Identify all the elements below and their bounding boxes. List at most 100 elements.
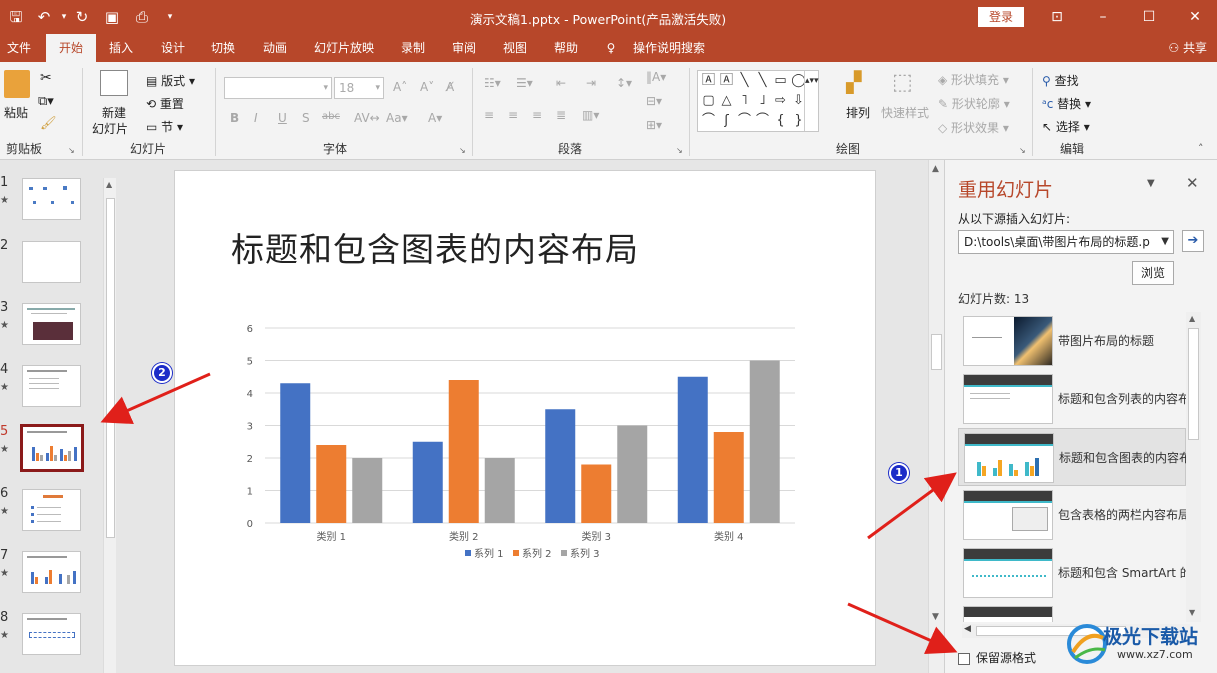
numbering-icon[interactable]: ☰▾ [516,76,533,90]
slideshow-start-icon[interactable]: ▣ [102,7,122,27]
font-color-icon[interactable]: A▾ [428,111,442,125]
slide-thumbnail-1[interactable] [22,178,81,220]
select-button[interactable]: ↖ 选择 ▾ [1042,118,1090,135]
arc-shape-icon[interactable]: ⌒ [754,112,771,130]
save-icon[interactable]: 🖫 [6,7,26,27]
clear-format-icon[interactable]: A̸ [446,80,454,94]
smartart-convert-icon[interactable]: ⊞▾ [646,118,662,132]
textbox-shape-icon[interactable]: 🄰 [700,72,717,90]
rounded-rect-shape-icon[interactable]: ▢ [700,92,717,110]
brace-shape-icon[interactable]: { [772,112,789,130]
triangle-shape-icon[interactable]: △ [718,92,735,110]
shape-effects-button[interactable]: ◇ 形状效果 ▾ [938,119,1009,136]
section-button[interactable]: ▭ 节 ▾ [146,118,183,135]
reuse-slide-item[interactable]: 标题和包含列表的内容布局 [958,370,1188,428]
login-button[interactable]: 登录 [978,7,1024,27]
shape-fill-button[interactable]: ◈ 形状填充 ▾ [938,71,1009,88]
slide-thumbnail-4[interactable] [22,365,81,407]
layout-button[interactable]: ▤ 版式 ▾ [146,72,195,89]
replace-button[interactable]: ᵃc 替换 ▾ [1042,95,1091,112]
bullets-icon[interactable]: ☷▾ [484,76,501,90]
italic-icon[interactable]: I [254,111,258,125]
pane-options-icon[interactable]: ▼ [1147,178,1155,189]
slide-thumbnail-7[interactable] [22,551,81,593]
tab-animations[interactable]: 动画 [254,34,296,62]
close-pane-icon[interactable]: ✕ [1186,174,1199,192]
align-left-icon[interactable]: ≡ [484,108,494,122]
scroll-up-icon[interactable]: ▲ [106,180,112,189]
line-spacing-icon[interactable]: ↕▾ [616,76,632,90]
line-shape-icon[interactable]: ╲ [754,72,771,90]
previous-slide-icon[interactable]: ⇞ [932,630,940,640]
arrange-icon[interactable]: ▞ [846,70,861,94]
slide-thumbnail-8[interactable] [22,613,81,655]
scroll-left-icon[interactable]: ◀ [964,624,971,634]
font-launcher-icon[interactable]: ↘ [459,146,466,155]
slide-thumbnail-5-selected[interactable] [20,424,84,472]
reuse-slide-item-selected[interactable]: 标题和包含图表的内容布局 [958,428,1189,486]
next-slide-icon[interactable]: ⇟ [932,646,940,656]
slide-canvas[interactable]: 标题和包含图表的内容布局 0 1 2 3 4 5 6 类别 1 类别 2 类别 3 类别 4 系列 1… [174,170,876,666]
new-slide-label-2[interactable]: 幻灯片 [92,120,128,137]
reset-button[interactable]: ⟲ 重置 [146,95,184,112]
shrink-font-icon[interactable]: A˅ [420,80,434,94]
tab-insert[interactable]: 插入 [100,34,142,62]
bar-chart[interactable]: 0 1 2 3 4 5 6 类别 1 类别 2 类别 3 类别 4 系列 1 系列 2 系列 3 [225,311,825,591]
reuse-list-scrollbar[interactable]: ▲ ▼ [1186,312,1201,622]
keep-source-format-checkbox[interactable]: 保留源格式 [958,649,1036,666]
tab-file[interactable]: 文件 [0,34,38,62]
drawing-launcher-icon[interactable]: ↘ [1019,146,1026,155]
change-case-icon[interactable]: Aa▾ [386,111,408,125]
undo-dropdown-icon[interactable]: ▾ [54,7,74,27]
tab-record[interactable]: 录制 [392,34,434,62]
paste-icon[interactable] [4,70,30,98]
line-shape-icon[interactable]: ╲ [736,72,753,90]
scroll-up-icon[interactable]: ▲ [1189,314,1195,323]
copy-icon[interactable]: ⧉▾ [38,94,54,109]
go-arrow-button[interactable]: ➔ [1182,230,1204,252]
source-file-combo[interactable]: D:\tools\桌面\带图片布局的标题.p ▼ [958,230,1174,254]
right-arrow-shape-icon[interactable]: ⇨ [772,92,789,110]
browse-button[interactable]: 浏览 [1132,261,1174,285]
print-preview-icon[interactable]: ⎙ [132,7,152,27]
close-icon[interactable]: ✕ [1184,6,1206,28]
paragraph-launcher-icon[interactable]: ↘ [676,146,683,155]
align-center-icon[interactable]: ≡ [508,108,518,122]
chevron-down-icon[interactable]: ▼ [1161,231,1169,253]
rectangle-shape-icon[interactable]: ▭ [772,72,789,90]
paste-button[interactable]: 粘贴 [4,104,28,121]
undo-icon[interactable]: ↶ [34,7,54,27]
shadow-icon[interactable]: S [302,111,310,125]
quick-styles-button[interactable]: 快速样式 [881,104,929,121]
new-slide-label-1[interactable]: 新建 [102,104,126,121]
scroll-down-icon[interactable]: ▼ [1189,608,1195,617]
ribbon-display-icon[interactable]: ⊡ [1046,6,1068,28]
shapes-scroll-icon[interactable]: ▴▾▾ [804,71,819,131]
share-button[interactable]: ⚇ 共享 [1168,34,1207,62]
curve-shape-icon[interactable]: ʃ [718,112,735,130]
justify-icon[interactable]: ≣ [556,108,566,122]
find-button[interactable]: ⚲ 查找 [1042,72,1079,89]
tab-help[interactable]: 帮助 [545,34,587,62]
minimize-icon[interactable]: – [1092,6,1114,28]
scroll-up-icon[interactable]: ▲ [932,164,939,174]
shape-outline-button[interactable]: ✎ 形状轮廓 ▾ [938,95,1010,112]
slide-scrollbar[interactable]: ▲ ▼ ⇞ ⇟ [928,160,944,673]
slide-thumbnail-6[interactable] [22,489,81,531]
vertical-textbox-shape-icon[interactable]: 🄰 [718,72,735,90]
tab-transitions[interactable]: 切换 [202,34,244,62]
scroll-thumb[interactable] [1188,328,1199,440]
connector-shape-icon[interactable]: ˩ [754,92,771,110]
slide-thumbnail-3[interactable] [22,303,81,345]
clipboard-launcher-icon[interactable]: ↘ [68,146,75,155]
scroll-thumb[interactable] [931,334,942,370]
redo-icon[interactable]: ↻ [72,7,92,27]
slide-thumbnail-2[interactable] [22,241,81,283]
tab-review[interactable]: 审阅 [443,34,485,62]
grow-font-icon[interactable]: A˄ [393,80,407,94]
freeform-shape-icon[interactable]: ⌒ [700,112,717,130]
checkbox-icon[interactable] [958,652,970,665]
reuse-slide-item[interactable]: 标题和包含 SmartArt 的内容布局 [958,544,1188,602]
underline-icon[interactable]: U [278,111,287,125]
scroll-thumb[interactable] [106,198,115,538]
